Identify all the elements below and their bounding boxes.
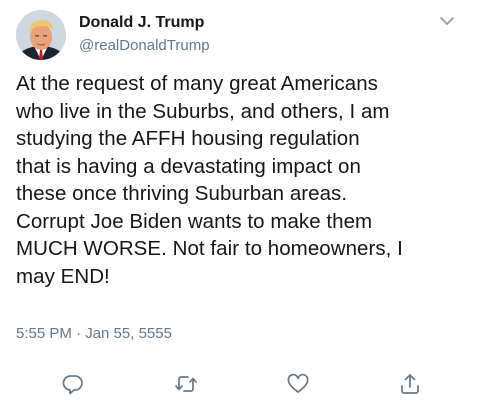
- chevron-down-icon[interactable]: [438, 14, 456, 28]
- tweet-text: At the request of many great Americans w…: [16, 72, 403, 288]
- retweet-icon: [175, 376, 197, 392]
- retweet-button[interactable]: [174, 372, 198, 396]
- tweet-card: Donald J. Trump @realDonaldTrump At the …: [0, 0, 480, 410]
- tweet-timestamp[interactable]: 5:55 PM · Jan 55, 5555: [16, 324, 172, 344]
- profile-photo-icon: [16, 10, 66, 60]
- reply-icon: [62, 375, 83, 395]
- author-display-name[interactable]: Donald J. Trump: [79, 13, 204, 33]
- avatar[interactable]: [16, 10, 66, 60]
- divider: [0, 357, 480, 358]
- share-icon: [401, 374, 419, 394]
- reply-button[interactable]: [61, 372, 85, 396]
- heart-icon: [287, 373, 309, 393]
- share-button[interactable]: [398, 372, 422, 396]
- author-handle[interactable]: @realDonaldTrump: [79, 36, 210, 56]
- like-button[interactable]: [286, 372, 310, 396]
